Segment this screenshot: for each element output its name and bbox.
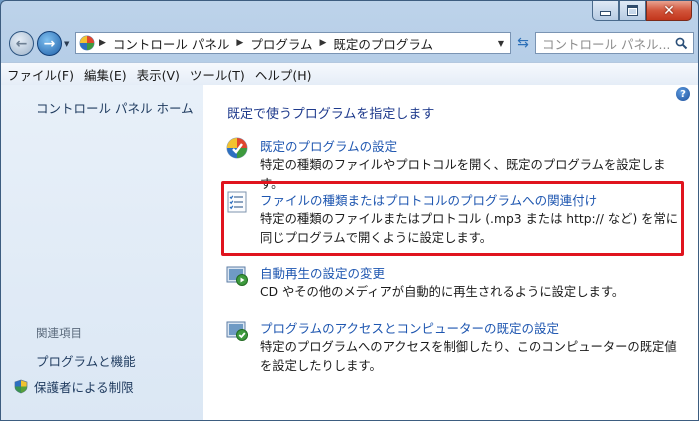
autoplay-icon — [226, 266, 248, 286]
related-items-heading: 関連項目 — [36, 326, 82, 340]
help-icon[interactable]: ? — [676, 87, 690, 101]
highlight-box — [221, 181, 684, 256]
breadcrumb-separator-icon[interactable]: ▶ — [99, 38, 106, 48]
menu-view[interactable]: 表示(V) — [132, 65, 185, 84]
autoplay-settings-desc: CD やその他のメディアが自動的に再生されるように設定します。 — [260, 285, 625, 299]
minimize-icon — [600, 11, 611, 16]
caption-buttons: ✕ — [592, 1, 692, 21]
menu-help[interactable]: ヘルプ(H) — [250, 65, 317, 84]
explorer-window: ✕ ← → ▼ ▶ コントロール パネル ▶ プログラム ▶ 既定のプログラム … — [0, 0, 699, 421]
default-programs-icon — [226, 137, 248, 159]
forward-arrow-icon: → — [43, 35, 56, 52]
minimize-button[interactable] — [592, 1, 619, 21]
menu-edit[interactable]: 編集(E) — [79, 65, 132, 84]
maximize-button[interactable] — [619, 1, 646, 21]
forward-button[interactable]: → — [37, 31, 62, 56]
sidebar: コントロール パネル ホーム 関連項目 プログラムと機能 保護者による制限 — [1, 85, 203, 420]
search-placeholder: コントロール パネル... — [542, 36, 671, 52]
breadcrumb-separator-icon[interactable]: ▶ — [319, 38, 326, 48]
page-heading: 既定で使うプログラムを指定します — [227, 107, 435, 122]
close-icon: ✕ — [663, 2, 675, 19]
menu-bar: ファイル(F) 編集(E) 表示(V) ツール(T) ヘルプ(H) — [1, 62, 698, 86]
address-dropdown-icon[interactable]: ▼ — [498, 39, 504, 48]
navigation-bar: ← → ▼ ▶ コントロール パネル ▶ プログラム ▶ 既定のプログラム ▼ … — [7, 28, 694, 58]
refresh-button[interactable]: ⇆ — [513, 32, 533, 54]
back-button[interactable]: ← — [9, 31, 34, 56]
control-panel-icon — [79, 35, 95, 51]
breadcrumb-programs[interactable]: プログラム — [250, 34, 312, 53]
search-icon[interactable] — [675, 37, 688, 50]
maximize-icon — [627, 5, 638, 16]
main-content: ? 既定で使うプログラムを指定します 既定のプログラムの設定 特定の種類のファイ… — [203, 85, 698, 420]
set-default-programs-link[interactable]: 既定のプログラムの設定 — [260, 136, 397, 155]
program-access-link[interactable]: プログラムのアクセスとコンピューターの既定の設定 — [260, 318, 559, 337]
control-panel-home-link[interactable]: コントロール パネル ホーム — [36, 98, 194, 117]
shield-icon — [14, 379, 28, 394]
breadcrumb-default-programs[interactable]: 既定のプログラム — [333, 34, 433, 53]
programs-and-features-link[interactable]: プログラムと機能 — [36, 351, 136, 370]
search-input[interactable]: コントロール パネル... — [535, 32, 694, 54]
recent-pages-dropdown-icon[interactable]: ▼ — [64, 40, 69, 48]
parental-controls-label: 保護者による制限 — [34, 380, 134, 395]
menu-tools[interactable]: ツール(T) — [185, 65, 250, 84]
menu-file[interactable]: ファイル(F) — [1, 65, 79, 84]
autoplay-settings-link[interactable]: 自動再生の設定の変更 — [260, 263, 385, 282]
breadcrumb-control-panel[interactable]: コントロール パネル — [113, 34, 229, 53]
back-arrow-icon: ← — [15, 35, 28, 52]
parental-controls-link[interactable]: 保護者による制限 — [14, 377, 134, 396]
breadcrumb-separator-icon[interactable]: ▶ — [236, 38, 243, 48]
refresh-icon: ⇆ — [517, 35, 529, 51]
program-access-desc: 特定のプログラムへのアクセスを制御したり、このコンピューターの既定値を設定したり… — [260, 340, 677, 373]
program-access-icon — [226, 321, 248, 341]
close-button[interactable]: ✕ — [646, 1, 692, 21]
address-bar[interactable]: ▶ コントロール パネル ▶ プログラム ▶ 既定のプログラム ▼ — [75, 32, 511, 54]
